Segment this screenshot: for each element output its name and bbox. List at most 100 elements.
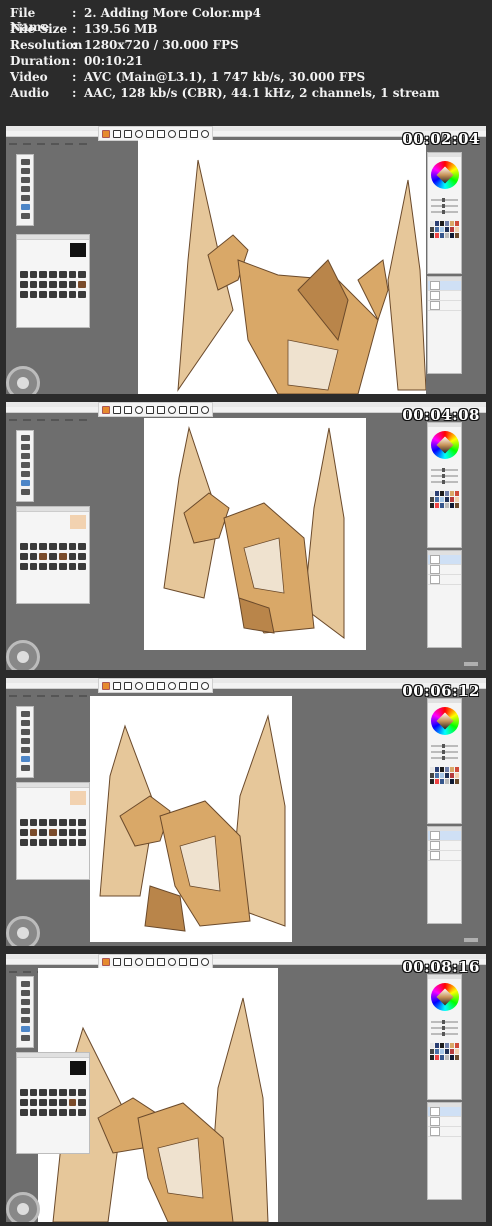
layer-row[interactable] <box>428 281 461 291</box>
crop-icon[interactable] <box>146 957 154 966</box>
text-icon[interactable] <box>157 129 165 138</box>
redo-icon[interactable] <box>124 957 132 966</box>
eraser-icon[interactable] <box>20 1017 30 1023</box>
ellipse-icon[interactable] <box>168 129 176 138</box>
layer-row[interactable] <box>428 1127 461 1137</box>
text-icon[interactable] <box>157 957 165 966</box>
layer-row[interactable] <box>428 301 461 311</box>
color-swatches[interactable] <box>428 489 461 510</box>
fill-icon[interactable] <box>20 1035 30 1041</box>
airbrush-icon[interactable] <box>20 738 30 744</box>
lagoon-puck-icon[interactable] <box>6 366 40 394</box>
tool-palette[interactable] <box>16 154 34 226</box>
airbrush-icon[interactable] <box>20 1008 30 1014</box>
fill-icon[interactable] <box>20 765 30 771</box>
color-editor-panel[interactable] <box>427 152 462 274</box>
layer-row[interactable] <box>428 575 461 585</box>
brush-grid[interactable] <box>20 271 86 298</box>
zoom-icon[interactable] <box>135 405 143 414</box>
ruler-icon[interactable] <box>179 681 187 690</box>
selected-tool-icon[interactable] <box>20 480 30 486</box>
tool-palette[interactable] <box>16 706 34 778</box>
color-wheel[interactable] <box>430 707 459 735</box>
pencil-icon[interactable] <box>20 981 30 987</box>
color-sliders[interactable] <box>428 739 461 765</box>
brush-icon[interactable] <box>102 405 110 414</box>
color-wheel[interactable] <box>430 431 459 459</box>
pen-icon[interactable] <box>20 444 30 450</box>
color-swatches[interactable] <box>428 765 461 786</box>
eraser-icon[interactable] <box>20 195 30 201</box>
pencil-icon[interactable] <box>20 435 30 441</box>
layer-editor-panel[interactable] <box>427 1102 462 1200</box>
pen-icon[interactable] <box>20 990 30 996</box>
lagoon-puck-icon[interactable] <box>6 1192 40 1222</box>
color-icon[interactable] <box>201 405 209 414</box>
color-swatches[interactable] <box>428 219 461 240</box>
color-editor-panel[interactable] <box>427 698 462 824</box>
brush-icon[interactable] <box>102 957 110 966</box>
brush-icon[interactable] <box>102 681 110 690</box>
symmetry-icon[interactable] <box>190 405 198 414</box>
brush-grid[interactable] <box>20 819 86 846</box>
top-toolbar[interactable] <box>98 954 213 969</box>
layer-editor-panel[interactable] <box>427 276 462 374</box>
layer-row[interactable] <box>428 555 461 565</box>
pen-icon[interactable] <box>20 168 30 174</box>
zoom-icon[interactable] <box>135 957 143 966</box>
crop-icon[interactable] <box>146 129 154 138</box>
top-toolbar[interactable] <box>98 126 213 141</box>
airbrush-icon[interactable] <box>20 186 30 192</box>
lagoon-puck-icon[interactable] <box>6 640 40 670</box>
marker-icon[interactable] <box>20 177 30 183</box>
color-editor-panel[interactable] <box>427 422 462 548</box>
layer-row[interactable] <box>428 841 461 851</box>
selected-tool-icon[interactable] <box>20 1026 30 1032</box>
color-swatches[interactable] <box>428 1041 461 1062</box>
undo-icon[interactable] <box>113 405 121 414</box>
undo-icon[interactable] <box>113 957 121 966</box>
undo-icon[interactable] <box>113 681 121 690</box>
redo-icon[interactable] <box>124 129 132 138</box>
text-icon[interactable] <box>157 405 165 414</box>
lagoon-puck-icon[interactable] <box>6 916 40 946</box>
color-icon[interactable] <box>201 681 209 690</box>
redo-icon[interactable] <box>124 405 132 414</box>
ruler-icon[interactable] <box>179 957 187 966</box>
layer-editor-panel[interactable] <box>427 826 462 924</box>
color-icon[interactable] <box>201 957 209 966</box>
color-wheel[interactable] <box>430 983 459 1011</box>
top-toolbar[interactable] <box>98 402 213 417</box>
symmetry-icon[interactable] <box>190 957 198 966</box>
pen-icon[interactable] <box>20 720 30 726</box>
fill-icon[interactable] <box>20 213 30 219</box>
undo-icon[interactable] <box>113 129 121 138</box>
color-editor-panel[interactable] <box>427 974 462 1100</box>
top-toolbar[interactable] <box>98 678 213 693</box>
ruler-icon[interactable] <box>179 129 187 138</box>
layer-row[interactable] <box>428 291 461 301</box>
color-sliders[interactable] <box>428 463 461 489</box>
ruler-icon[interactable] <box>179 405 187 414</box>
brush-library-panel[interactable] <box>16 234 90 328</box>
layer-row[interactable] <box>428 1117 461 1127</box>
color-sliders[interactable] <box>428 193 461 219</box>
airbrush-icon[interactable] <box>20 462 30 468</box>
marker-icon[interactable] <box>20 453 30 459</box>
layer-row[interactable] <box>428 1107 461 1117</box>
brush-icon[interactable] <box>102 129 110 138</box>
text-icon[interactable] <box>157 681 165 690</box>
redo-icon[interactable] <box>124 681 132 690</box>
brush-library-panel[interactable] <box>16 1052 90 1154</box>
ellipse-icon[interactable] <box>168 681 176 690</box>
tool-palette[interactable] <box>16 430 34 502</box>
zoom-icon[interactable] <box>135 681 143 690</box>
ellipse-icon[interactable] <box>168 957 176 966</box>
zoom-icon[interactable] <box>135 129 143 138</box>
symmetry-icon[interactable] <box>190 681 198 690</box>
eraser-icon[interactable] <box>20 747 30 753</box>
layer-row[interactable] <box>428 851 461 861</box>
crop-icon[interactable] <box>146 405 154 414</box>
tool-palette[interactable] <box>16 976 34 1048</box>
selected-tool-icon[interactable] <box>20 756 30 762</box>
